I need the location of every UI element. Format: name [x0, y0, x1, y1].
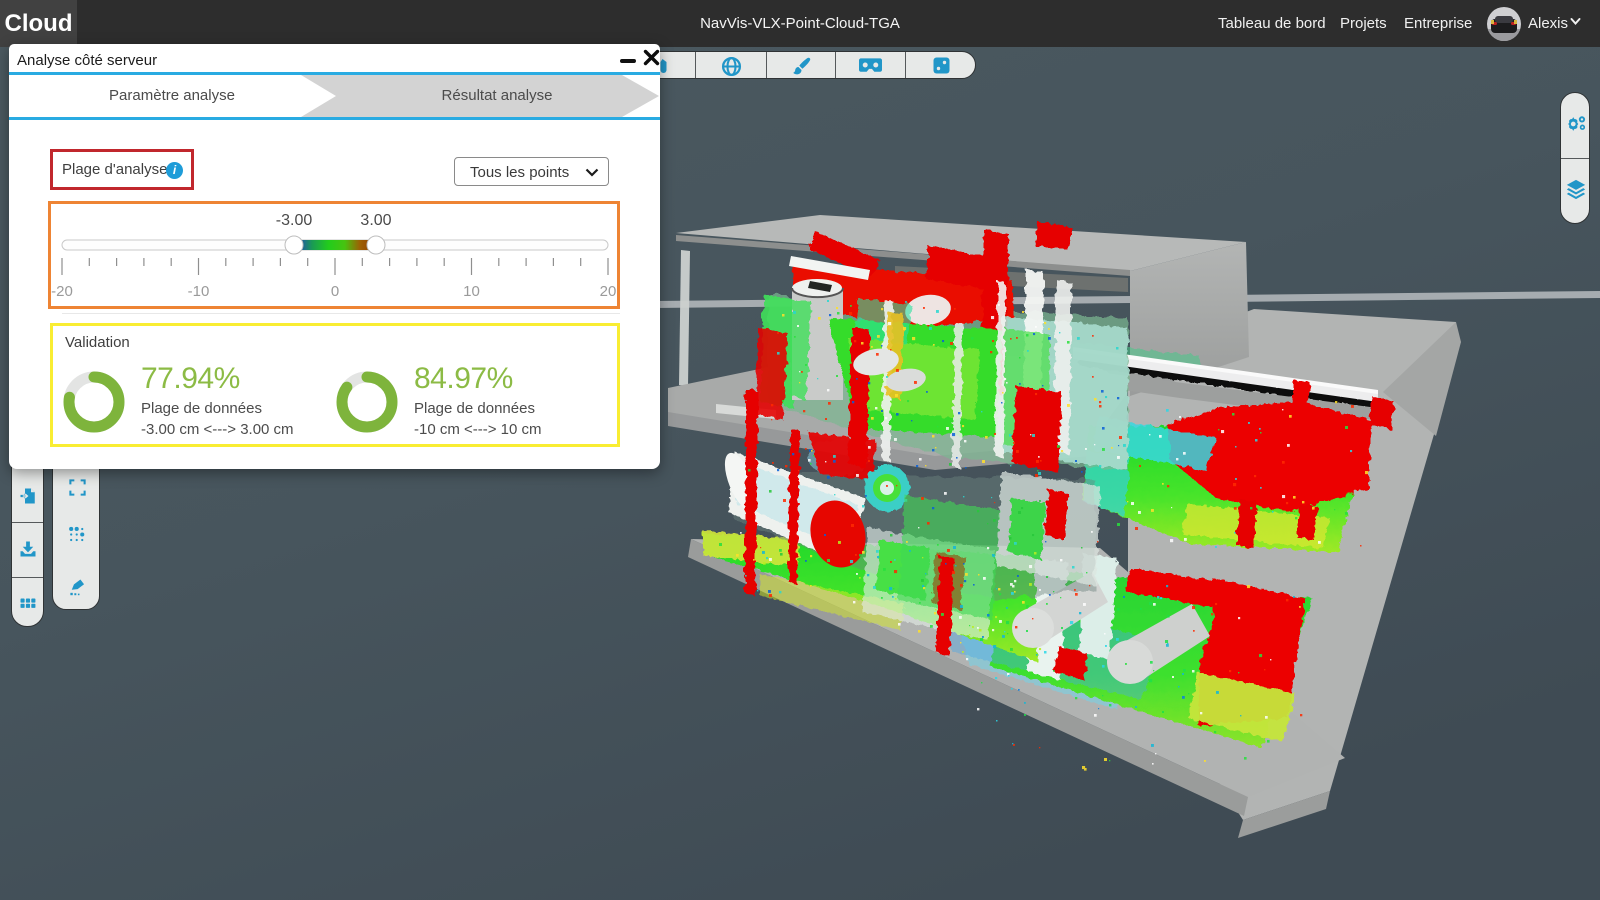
svg-text:-10: -10 — [188, 283, 210, 300]
svg-text:-20: -20 — [51, 283, 73, 300]
svg-text:10: 10 — [463, 283, 480, 300]
svg-text:-3.00: -3.00 — [276, 212, 313, 229]
svg-text:3.00: 3.00 — [360, 212, 391, 229]
svg-text:0: 0 — [331, 283, 339, 300]
svg-text:20: 20 — [600, 283, 617, 300]
